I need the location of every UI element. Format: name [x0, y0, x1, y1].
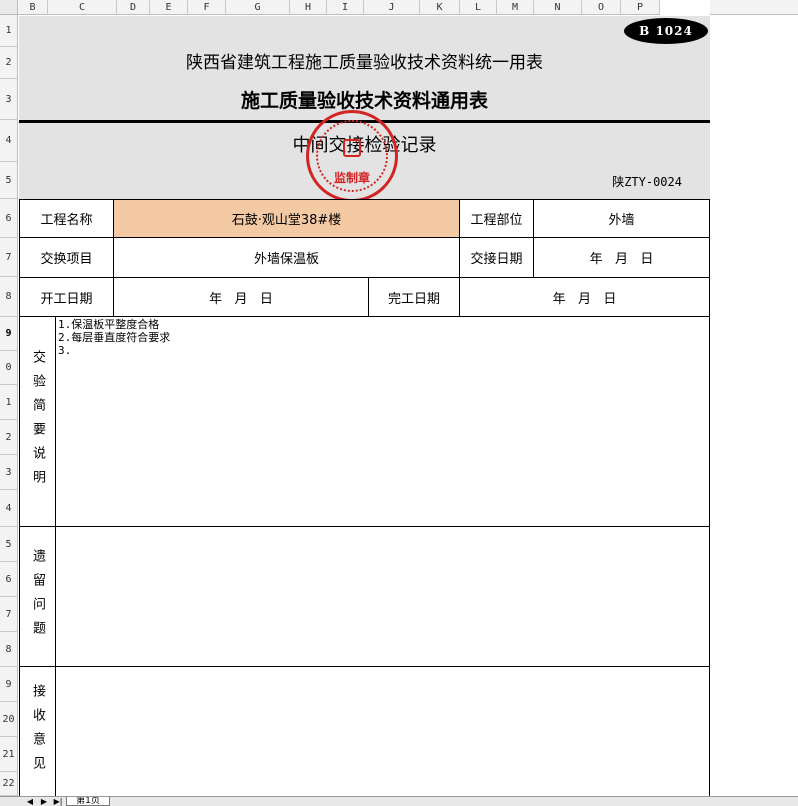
- inspection-notes[interactable]: 1.保温板平整度合格 2.每层垂直度符合要求 3.: [55, 316, 710, 527]
- column-header[interactable]: E: [150, 0, 188, 15]
- column-header[interactable]: I: [327, 0, 364, 15]
- start-date-label: 开工日期: [19, 277, 114, 317]
- issues-label-cell: 遗留问题: [19, 526, 56, 667]
- org-title: 陕西省建筑工程施工质量验收技术资料统一用表: [186, 53, 543, 73]
- handover-date-label: 交接日期: [459, 237, 534, 278]
- column-header[interactable]: J: [364, 0, 420, 15]
- next-sheet-icon[interactable]: ▶: [38, 797, 50, 806]
- column-header[interactable]: N: [534, 0, 582, 15]
- row-header[interactable]: 3: [0, 79, 18, 120]
- column-header[interactable]: C: [48, 0, 117, 15]
- row-header[interactable]: 22: [0, 772, 18, 796]
- finish-date-value[interactable]: 年 月 日: [459, 277, 710, 317]
- row-header[interactable]: 20: [0, 702, 18, 737]
- project-part-label: 工程部位: [459, 199, 534, 238]
- column-header[interactable]: B: [18, 0, 48, 15]
- start-date-value[interactable]: 年 月 日: [113, 277, 369, 317]
- acceptance-label: 接收意见: [30, 683, 45, 780]
- main-title: 施工质量验收技术资料通用表: [240, 90, 488, 112]
- inspection-line: 3.: [58, 344, 72, 357]
- column-header[interactable]: M: [497, 0, 534, 15]
- form-badge: B 1024: [624, 18, 708, 44]
- row-header[interactable]: 5: [0, 527, 18, 562]
- select-all-corner[interactable]: [0, 0, 18, 15]
- stamp-text: 监制章: [333, 171, 370, 185]
- row-header[interactable]: 4: [0, 120, 18, 162]
- column-header[interactable]: D: [117, 0, 150, 15]
- column-header-filler: [710, 0, 798, 15]
- row-header[interactable]: 7: [0, 238, 18, 277]
- row-header[interactable]: 2: [0, 420, 18, 455]
- row-header[interactable]: 5: [0, 162, 18, 199]
- row-header[interactable]: 9: [0, 667, 18, 702]
- column-header[interactable]: H: [290, 0, 327, 15]
- row-header[interactable]: 9: [0, 317, 18, 351]
- column-header[interactable]: L: [460, 0, 497, 15]
- inspection-label: 交验简要说明: [30, 349, 45, 494]
- supervision-stamp: 监制章: [306, 110, 398, 202]
- project-part-value[interactable]: 外墙: [533, 199, 710, 238]
- row-header[interactable]: 4: [0, 490, 18, 527]
- project-name-label: 工程名称: [19, 199, 114, 238]
- form-code: 陕ZTY-0024: [612, 175, 682, 189]
- stamp-emblem-icon: [343, 139, 361, 157]
- acceptance-content[interactable]: [55, 666, 710, 796]
- handover-date-value[interactable]: 年 月 日: [533, 237, 710, 278]
- prev-sheet-icon[interactable]: ◀: [24, 797, 36, 806]
- sheet-tab-bar: [0, 796, 798, 806]
- exchange-item-label: 交换项目: [19, 237, 114, 278]
- inspection-line: 2.每层垂直度符合要求: [58, 331, 171, 344]
- row-header[interactable]: 0: [0, 351, 18, 385]
- acceptance-label-cell: 接收意见: [19, 666, 56, 796]
- project-name-value[interactable]: 石鼓·观山堂38#楼: [113, 199, 460, 238]
- row-header[interactable]: 3: [0, 455, 18, 490]
- row-header[interactable]: 2: [0, 47, 18, 79]
- column-header[interactable]: F: [188, 0, 226, 15]
- row-header[interactable]: 7: [0, 597, 18, 632]
- row-header[interactable]: 6: [0, 199, 18, 238]
- column-header[interactable]: P: [621, 0, 660, 15]
- row-header[interactable]: 21: [0, 737, 18, 772]
- column-header[interactable]: O: [582, 0, 621, 15]
- inspection-label-cell: 交验简要说明: [19, 316, 56, 527]
- column-header[interactable]: G: [226, 0, 290, 15]
- row-header[interactable]: 1: [0, 15, 18, 47]
- row-header[interactable]: 8: [0, 632, 18, 667]
- row-header[interactable]: 1: [0, 385, 18, 420]
- exchange-item-value[interactable]: 外墙保温板: [113, 237, 460, 278]
- column-header[interactable]: K: [420, 0, 460, 15]
- row-header[interactable]: 8: [0, 277, 18, 317]
- row-header[interactable]: 6: [0, 562, 18, 597]
- last-sheet-icon[interactable]: ▶|: [52, 797, 64, 806]
- inspection-line: 1.保温板平整度合格: [58, 318, 160, 331]
- finish-date-label: 完工日期: [368, 277, 460, 317]
- sheet-tab[interactable]: 第1页: [66, 797, 110, 806]
- issues-label: 遗留问题: [30, 548, 45, 645]
- issues-content[interactable]: [55, 526, 710, 667]
